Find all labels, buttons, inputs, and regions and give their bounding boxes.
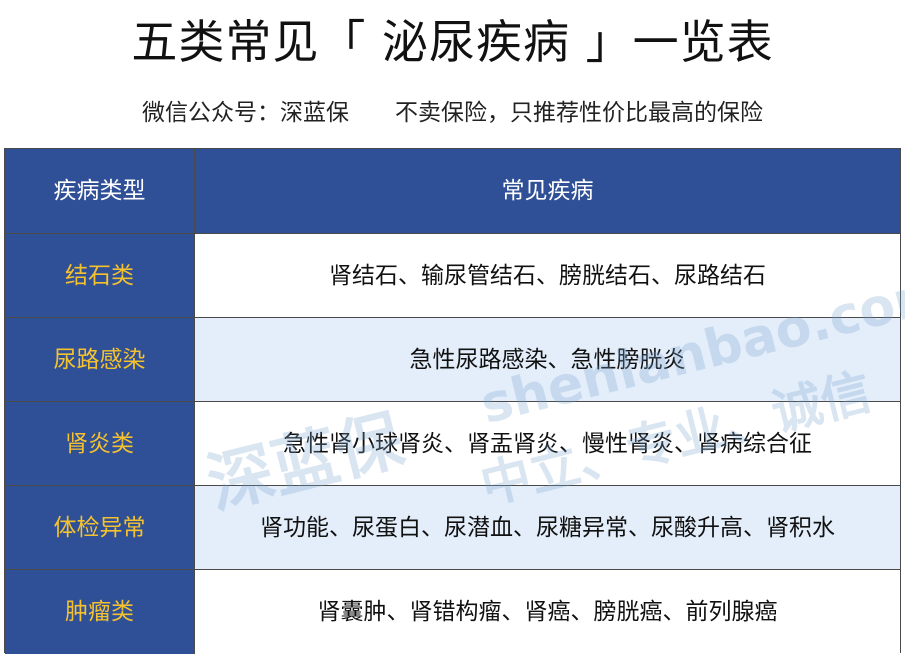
row-category: 肾炎类 [5,402,195,486]
row-diseases: 肾囊肿、肾错构瘤、肾癌、膀胱癌、前列腺癌 [195,570,900,654]
row-diseases: 肾结石、输尿管结石、膀胱结石、尿路结石 [195,234,900,318]
subtitle-source: 微信公众号：深蓝保 [142,100,349,126]
page-title: 五类常见「 泌尿疾病 」一览表 [131,15,774,69]
row-category: 尿路感染 [5,318,195,402]
subtitle-slogan: 不卖保险，只推荐性价比最高的保险 [395,100,763,126]
header-common-diseases: 常见疾病 [195,149,900,233]
table-header-row: 疾病类型 常见疾病 [5,149,900,233]
row-diseases: 急性尿路感染、急性膀胱炎 [195,318,900,402]
row-category: 肿瘤类 [5,570,195,654]
header-disease-type: 疾病类型 [5,149,195,233]
row-diseases: 急性肾小球肾炎、肾盂肾炎、慢性肾炎、肾病综合征 [195,402,900,486]
table-row: 尿路感染 急性尿路感染、急性膀胱炎 [5,318,900,402]
disease-table: 疾病类型 常见疾病 结石类 肾结石、输尿管结石、膀胱结石、尿路结石 尿路感染 急… [4,148,905,654]
row-category: 结石类 [5,234,195,318]
page-subtitle: 微信公众号：深蓝保 不卖保险，只推荐性价比最高的保险 [0,96,905,130]
table-row: 体检异常 肾功能、尿蛋白、尿潜血、尿糖异常、尿酸升高、肾积水 [5,486,900,570]
table-row: 肾炎类 急性肾小球肾炎、肾盂肾炎、慢性肾炎、肾病综合征 [5,402,900,486]
table-row: 结石类 肾结石、输尿管结石、膀胱结石、尿路结石 [5,234,900,318]
row-diseases: 肾功能、尿蛋白、尿潜血、尿糖异常、尿酸升高、肾积水 [195,486,900,570]
table-row: 肿瘤类 肾囊肿、肾错构瘤、肾癌、膀胱癌、前列腺癌 [5,570,900,654]
row-category: 体检异常 [5,486,195,570]
